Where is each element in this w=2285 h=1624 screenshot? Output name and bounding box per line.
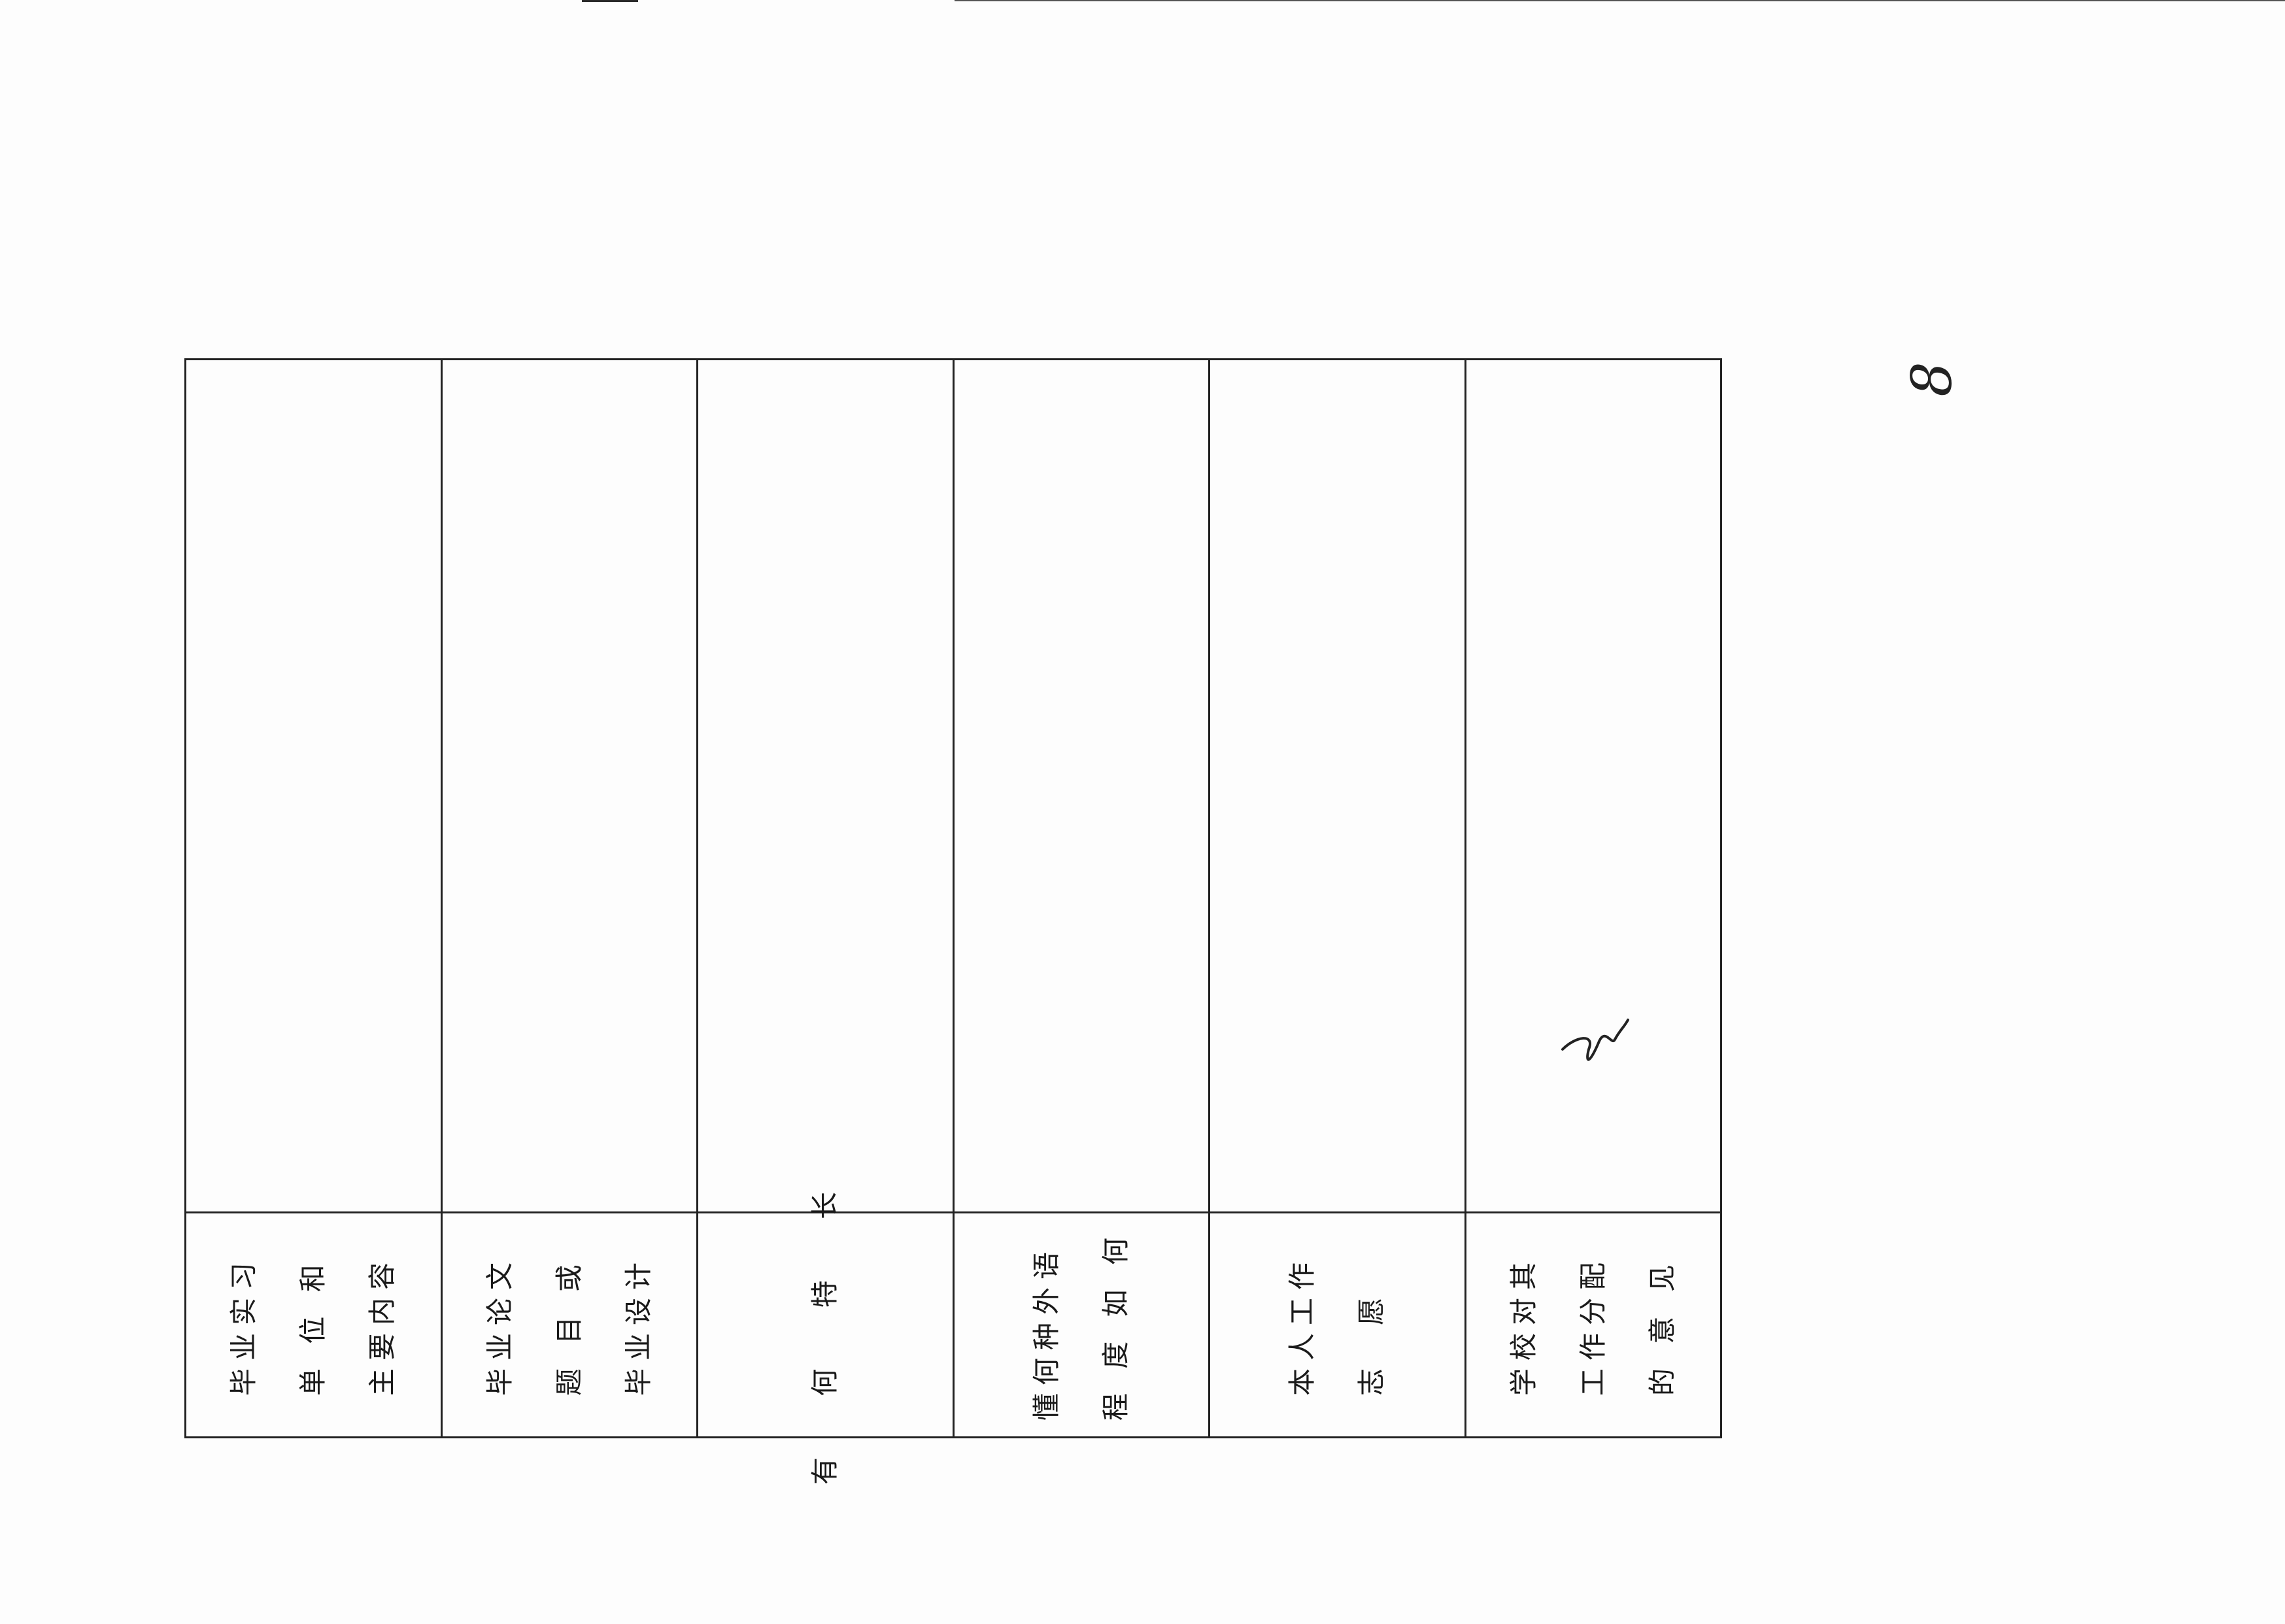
scan-artifact-line — [955, 0, 2285, 1]
internship-content-field[interactable] — [186, 360, 441, 1213]
scan-artifact-line — [582, 0, 638, 2]
job-wish-content-field[interactable] — [1210, 360, 1464, 1213]
specialty-label-cell: 有 何 特 长 — [698, 1165, 953, 1484]
label-line: 懂何种外语 — [1030, 1243, 1062, 1421]
school-opinion-content-field[interactable] — [1466, 360, 1720, 1213]
row-internship: 毕业实习 单 位 和 主要内容 — [186, 360, 443, 1436]
thesis-content-field[interactable] — [442, 360, 696, 1213]
form-table: 毕业实习 单 位 和 主要内容 毕业论文 题 目 或 毕业设计 有 何 特 长 — [184, 358, 1722, 1485]
row-thesis: 毕业论文 题 目 或 毕业设计 — [442, 360, 698, 1436]
label-line: 程 度 如 何 — [1099, 1229, 1132, 1421]
specialty-content-field[interactable] — [698, 360, 953, 1213]
label-line: 本人工作 — [1286, 1254, 1319, 1396]
languages-content-field[interactable] — [954, 360, 1208, 1213]
label-line: 有 何 特 长 — [809, 1165, 841, 1485]
label-line: 题 目 或 — [552, 1256, 585, 1396]
row-specialty: 有 何 特 长 — [698, 360, 955, 1485]
job-wish-label-cell: 本人工作 志 愿 — [1210, 1213, 1464, 1436]
row-job-wish: 本人工作 志 愿 — [1210, 360, 1466, 1436]
handwritten-page-number-icon: 8 — [1900, 362, 1964, 396]
school-opinion-label-cell: 学校对其 工作分配 的 意 见 — [1466, 1213, 1721, 1436]
internship-label-cell: 毕业实习 单 位 和 主要内容 — [186, 1213, 441, 1436]
label-line: 学校对其 — [1507, 1254, 1540, 1396]
label-line: 毕业论文 — [483, 1254, 516, 1396]
label-line: 主要内容 — [366, 1254, 399, 1396]
handwritten-mark — [1561, 1019, 1629, 1061]
languages-label-cell: 懂何种外语 程 度 如 何 — [955, 1213, 1209, 1436]
label-line: 工作分配 — [1576, 1254, 1609, 1396]
row-languages: 懂何种外语 程 度 如 何 — [954, 360, 1210, 1436]
label-line: 的 意 见 — [1646, 1256, 1678, 1396]
label-line: 毕业设计 — [622, 1254, 654, 1396]
thesis-label-cell: 毕业论文 题 目 或 毕业设计 — [443, 1213, 697, 1436]
label-line: 毕业实习 — [228, 1254, 260, 1396]
row-school-opinion: 学校对其 工作分配 的 意 见 — [1466, 360, 1721, 1436]
label-line: 单 位 和 — [297, 1256, 330, 1396]
label-line: 志 愿 — [1355, 1289, 1388, 1396]
page-number-text: 8 — [1900, 362, 1964, 396]
